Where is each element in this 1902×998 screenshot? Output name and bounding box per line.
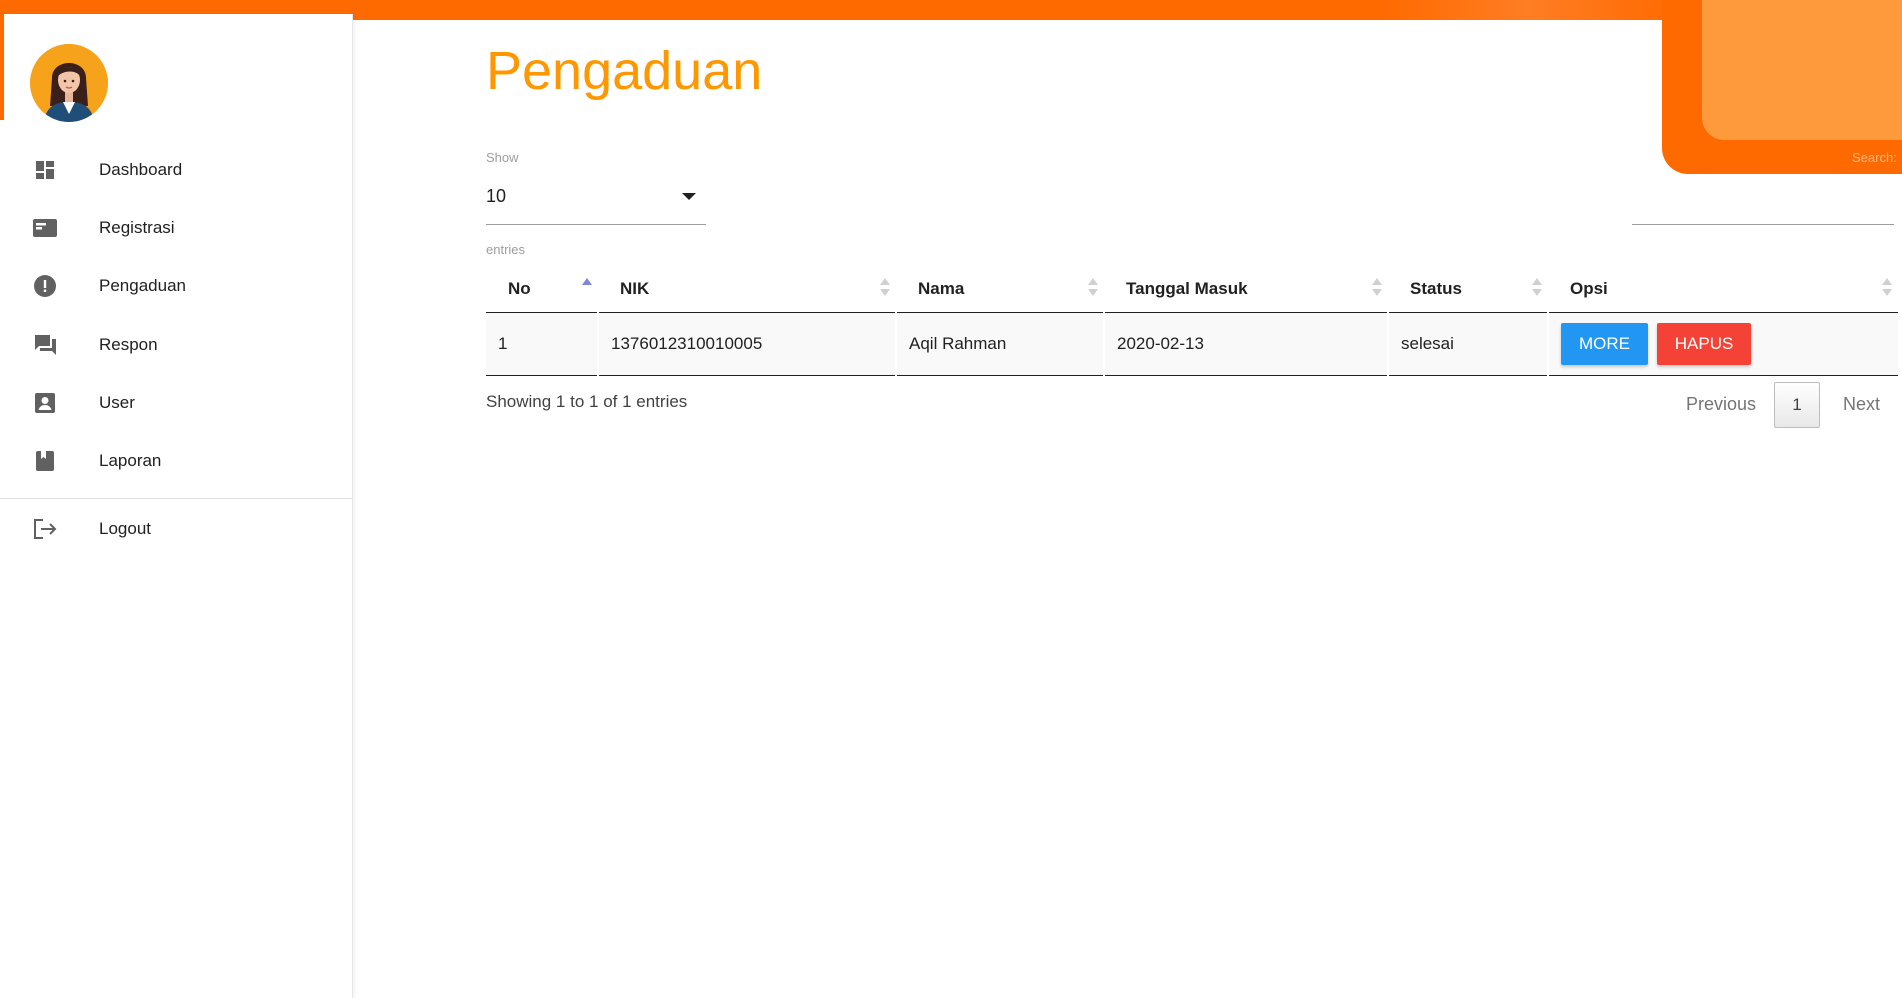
table-info: Showing 1 to 1 of 1 entries [486, 392, 688, 411]
cell-no: 1 [486, 312, 598, 376]
sidebar-item-user[interactable]: User [0, 377, 352, 429]
sidebar-item-laporan[interactable]: Laporan [0, 435, 352, 487]
corner-decoration [1662, 0, 1902, 174]
sidebar-item-label: Logout [99, 519, 151, 538]
cell-no-value: 1 [498, 334, 508, 353]
page-title: Pengaduan [486, 41, 763, 101]
show-label: Show [486, 150, 519, 165]
cell-nik: 1376012310010005 [597, 312, 896, 376]
book-icon [31, 447, 59, 475]
column-header-nama[interactable]: Nama [896, 266, 1104, 313]
sort-icon [1882, 278, 1892, 300]
more-button[interactable]: MORE [1561, 323, 1648, 365]
entries-length-select[interactable]: 10 [486, 178, 706, 225]
sort-asc-icon [582, 278, 592, 300]
sort-icon [880, 278, 890, 300]
column-header-no[interactable]: No [486, 266, 598, 313]
column-header-opsi[interactable]: Opsi [1548, 266, 1898, 313]
sidebar-item-label: Pengaduan [99, 276, 186, 295]
cell-tanggal-value: 2020-02-13 [1117, 334, 1204, 353]
alert-icon [31, 272, 59, 300]
sort-icon [1088, 278, 1098, 300]
sidebar-item-dashboard[interactable]: Dashboard [0, 144, 352, 196]
sidebar-item-respon[interactable]: Respon [0, 319, 352, 371]
pagination-page-1[interactable]: 1 [1774, 382, 1820, 428]
column-header-label: Tanggal Masuk [1126, 279, 1248, 298]
table-row: 1 1376012310010005 Aqil Rahman 2020-02-1… [486, 312, 1898, 376]
cell-opsi: MORE HAPUS [1547, 312, 1898, 376]
dashboard-icon [31, 156, 59, 184]
column-header-label: Nama [918, 279, 965, 298]
card-icon [31, 214, 59, 242]
cell-status: selesai [1387, 312, 1548, 376]
sidebar-item-label: Laporan [99, 451, 162, 470]
sidebar-divider [0, 498, 352, 499]
data-table: No NIK Nama Tanggal Masuk Status Opsi 1 … [486, 266, 1898, 376]
account-box-icon [31, 389, 59, 417]
sidebar-item-label: Registrasi [99, 218, 175, 237]
avatar[interactable] [30, 44, 108, 122]
top-accent-highlight [1380, 0, 1680, 20]
entries-length-value: 10 [486, 186, 507, 206]
column-header-tanggal[interactable]: Tanggal Masuk [1104, 266, 1388, 313]
table-header-row: No NIK Nama Tanggal Masuk Status Opsi [486, 266, 1898, 313]
sidebar-item-registrasi[interactable]: Registrasi [0, 202, 352, 254]
sort-icon [1532, 278, 1542, 300]
column-header-nik[interactable]: NIK [598, 266, 896, 313]
hapus-button[interactable]: HAPUS [1656, 323, 1752, 365]
corner-decoration-inner [1702, 0, 1902, 140]
column-header-status[interactable]: Status [1388, 266, 1548, 313]
cell-status-value: selesai [1401, 334, 1454, 353]
sidebar-item-label: Dashboard [99, 160, 183, 179]
logout-icon [31, 515, 59, 543]
avatar-icon [30, 44, 108, 122]
entries-label: entries [486, 242, 526, 257]
cell-nama: Aqil Rahman [895, 312, 1104, 376]
sidebar-item-label: User [99, 393, 135, 412]
sidebar-item-pengaduan[interactable]: Pengaduan [0, 260, 352, 312]
chat-icon [31, 331, 59, 359]
pagination-next[interactable]: Next [1843, 382, 1880, 426]
pagination-previous[interactable]: Previous [1686, 382, 1756, 426]
chevron-down-icon [682, 193, 696, 200]
sort-icon [1372, 278, 1382, 300]
search-input[interactable] [1632, 178, 1894, 225]
sidebar: Dashboard Registrasi Pengaduan Respon Us… [0, 14, 353, 998]
sidebar-item-label: Respon [99, 335, 158, 354]
column-header-label: Opsi [1570, 279, 1608, 298]
cell-tanggal: 2020-02-13 [1103, 312, 1388, 376]
column-header-label: NIK [620, 279, 650, 298]
sidebar-accent-stripe [0, 14, 4, 120]
column-header-label: Status [1410, 279, 1462, 298]
sidebar-item-logout[interactable]: Logout [0, 503, 352, 555]
search-label: Search: [1852, 150, 1897, 165]
cell-nama-value: Aqil Rahman [909, 334, 1007, 353]
cell-nik-value: 1376012310010005 [611, 334, 763, 353]
